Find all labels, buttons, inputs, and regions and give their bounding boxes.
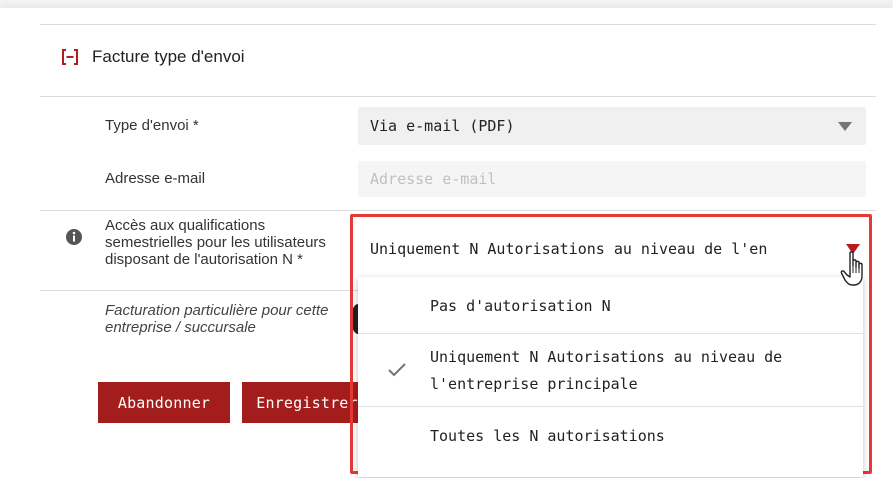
section-title: Facture type d'envoi [92, 47, 245, 66]
facturation-label-line: Facturation particulière pour cette [105, 302, 329, 319]
acces-label: Accès aux qualifications semestrielles p… [105, 217, 326, 268]
cancel-button[interactable]: Abandonner [98, 382, 230, 423]
option-label: Pas d'autorisation N [430, 297, 611, 315]
hand-pointer-icon [840, 250, 870, 288]
facturation-label: Facturation particulière pour cette entr… [105, 302, 328, 336]
dropdown-option[interactable]: Pas d'autorisation N [358, 277, 863, 333]
option-label: l'entreprise principale [430, 375, 638, 393]
acces-select-value: Uniquement N Autorisations au niveau de … [370, 240, 768, 258]
section-header: Facture type d'envoi [60, 42, 245, 72]
type-envoi-label: Type d'envoi * [105, 117, 199, 134]
dropdown-option[interactable]: Uniquement N Autorisations au niveau de … [358, 334, 863, 406]
dropdown-menu: Pas d'autorisation N Uniquement N Autori… [358, 277, 863, 477]
type-envoi-value: Via e-mail (PDF) [370, 117, 515, 135]
dropdown-option[interactable]: Toutes les N autorisations [358, 407, 863, 467]
acces-label-line: Accès aux qualifications [105, 217, 266, 234]
option-label: Toutes les N autorisations [430, 427, 665, 445]
divider [40, 96, 876, 97]
option-label: Uniquement N Autorisations au niveau de [430, 348, 783, 366]
facturation-label-line: entreprise / succursale [105, 319, 256, 336]
divider [40, 290, 360, 291]
check-icon [388, 358, 406, 382]
divider [40, 210, 876, 211]
email-field[interactable] [358, 161, 866, 197]
type-envoi-select[interactable]: Via e-mail (PDF) [358, 107, 866, 145]
divider [40, 24, 876, 25]
acces-select[interactable]: Uniquement N Autorisations au niveau de … [356, 222, 866, 276]
caret-down-icon [838, 122, 852, 131]
email-label: Adresse e-mail [105, 170, 206, 187]
info-circle-icon [65, 228, 83, 246]
acces-label-line: semestrielles pour les utilisateurs [105, 234, 326, 251]
acces-label-line: disposant de l'autorisation N * [105, 251, 303, 268]
minus-square-icon[interactable] [60, 47, 80, 67]
